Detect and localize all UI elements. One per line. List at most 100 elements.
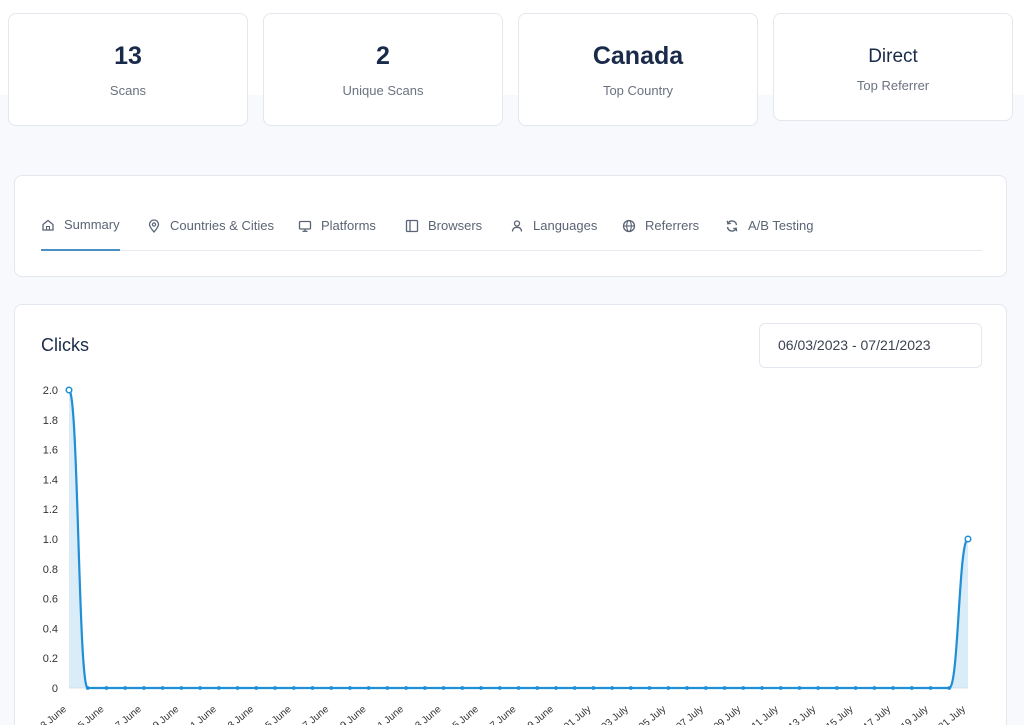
tabs-card: Summary Countries & Cities Platforms Bro… <box>14 175 1007 277</box>
data-point <box>235 686 240 690</box>
x-tick-label: 29 June <box>522 704 557 725</box>
x-tick-label: 11 July <box>750 704 781 725</box>
tab-label: A/B Testing <box>748 218 814 233</box>
tab-label: Summary <box>64 217 120 232</box>
refresh-icon <box>725 219 739 233</box>
data-point <box>909 686 914 690</box>
monitor-icon <box>298 219 312 233</box>
data-point <box>142 686 146 690</box>
stat-label: Top Country <box>602 83 674 98</box>
x-tick-label: 15 July <box>824 704 855 725</box>
stat-label: Unique Scans <box>342 83 424 98</box>
x-tick-label: 17 July <box>862 704 893 725</box>
data-point <box>647 686 652 690</box>
y-tick-label: 0.4 <box>43 623 58 635</box>
tab-languages[interactable]: Languages <box>510 206 597 251</box>
y-tick-label: 0 <box>52 683 58 695</box>
tab-browsers[interactable]: Browsers <box>405 206 482 251</box>
x-tick-label: 07 July <box>674 704 705 725</box>
y-tick-label: 1.2 <box>43 504 58 516</box>
clicks-line-chart: 0 0.2 0.4 0.6 0.8 1.0 1.2 1.4 1.6 1.8 2.0 3 June 5 J… <box>39 385 972 725</box>
data-point <box>65 386 73 394</box>
data-point <box>554 686 558 690</box>
data-point <box>104 686 109 690</box>
stat-card-scans: 13 Scans <box>8 13 248 126</box>
stat-value: 2 <box>376 42 390 70</box>
stat-value: Canada <box>592 42 684 70</box>
x-tick-label: 7 June <box>114 704 144 725</box>
stat-card-unique-scans: 2 Unique Scans <box>263 13 503 126</box>
data-point <box>666 686 671 690</box>
data-point <box>591 686 596 690</box>
tab-label: Referrers <box>645 218 700 233</box>
data-point <box>422 686 427 690</box>
tab-label: Countries & Cities <box>170 218 275 233</box>
data-point <box>404 686 409 690</box>
tab-referrers[interactable]: Referrers <box>622 206 699 251</box>
x-tick-label: 21 July <box>937 704 968 725</box>
tab-countries-cities[interactable]: Countries & Cities <box>147 206 274 251</box>
x-tick-label: 11 June <box>185 704 219 725</box>
y-tick-label: 2.0 <box>43 385 58 397</box>
y-tick-label: 1.4 <box>43 474 58 486</box>
data-point <box>778 686 783 690</box>
tab-label: Languages <box>533 218 598 233</box>
stat-card-top-country: Canada Top Country <box>518 13 758 126</box>
data-point <box>310 686 315 690</box>
x-tick-label: 23 June <box>409 704 444 725</box>
data-point <box>348 686 352 690</box>
user-icon <box>510 219 524 233</box>
y-tick-label: 0.8 <box>43 564 58 576</box>
tab-ab-testing[interactable]: A/B Testing <box>725 206 814 251</box>
tab-summary[interactable]: Summary <box>41 206 120 251</box>
data-point <box>291 686 296 690</box>
x-tick-label: 01 July <box>562 704 593 725</box>
data-point <box>516 686 521 690</box>
x-tick-label: 5 June <box>76 704 106 725</box>
stat-label: Top Referrer <box>856 78 930 93</box>
data-point <box>535 686 540 690</box>
data-point <box>964 535 972 543</box>
data-point <box>497 686 502 690</box>
data-point <box>385 686 390 690</box>
tab-platforms[interactable]: Platforms <box>298 206 376 251</box>
y-tick-label: 0.2 <box>43 653 58 665</box>
data-point <box>610 686 615 690</box>
x-tick-label: 19 June <box>334 704 369 725</box>
data-point <box>760 686 764 690</box>
home-icon <box>41 218 55 232</box>
data-point <box>85 686 90 690</box>
data-point <box>572 686 577 690</box>
series-area <box>69 390 968 688</box>
data-point <box>853 686 858 690</box>
data-point <box>834 686 839 690</box>
data-point <box>741 686 746 690</box>
stat-value: 13 <box>114 42 142 70</box>
x-tick-label: 9 June <box>151 704 181 725</box>
data-point <box>254 686 259 690</box>
data-point <box>947 686 952 690</box>
stat-value: Direct <box>868 46 918 67</box>
data-point <box>441 686 446 690</box>
data-point <box>198 686 203 690</box>
data-point <box>628 686 633 690</box>
data-point <box>703 686 708 690</box>
x-tick-label: 25 June <box>447 704 482 725</box>
x-tick-label: 09 July <box>712 704 743 725</box>
x-tick-label: 05 July <box>637 704 668 725</box>
data-point <box>216 686 221 690</box>
x-tick-label: 03 July <box>599 704 630 725</box>
stat-card-top-referrer: Direct Top Referrer <box>773 13 1013 121</box>
data-point <box>123 686 128 690</box>
stat-label: Scans <box>109 83 147 98</box>
data-point <box>797 686 802 690</box>
y-tick-label: 1.0 <box>43 534 58 546</box>
y-tick-label: 1.6 <box>43 445 58 457</box>
globe-icon <box>622 219 636 233</box>
data-point <box>928 686 933 690</box>
data-point <box>685 686 689 690</box>
data-point <box>160 686 165 690</box>
tab-bar: Summary Countries & Cities Platforms Bro… <box>41 206 982 251</box>
map-pin-icon <box>147 218 161 233</box>
x-tick-label: 27 June <box>484 704 519 725</box>
